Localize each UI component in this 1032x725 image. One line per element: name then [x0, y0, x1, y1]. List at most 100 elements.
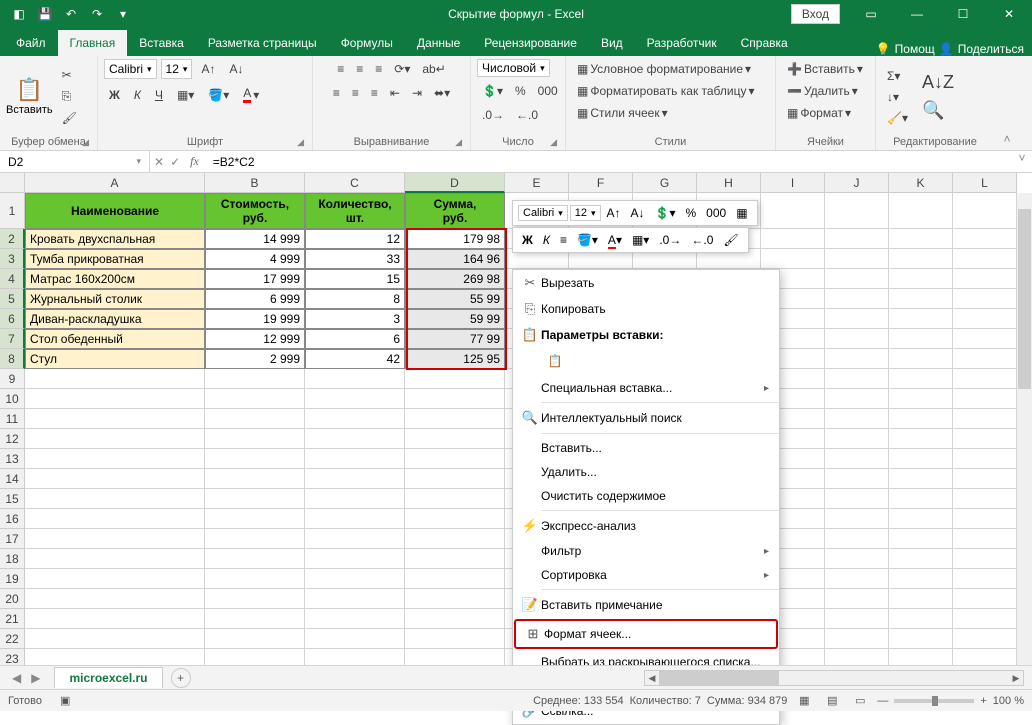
cell[interactable]	[889, 469, 953, 489]
cell[interactable]	[953, 369, 1017, 389]
cell[interactable]	[889, 549, 953, 569]
cell[interactable]	[205, 429, 305, 449]
cell[interactable]	[761, 249, 825, 269]
table-cell-price[interactable]: 6 999	[205, 289, 305, 309]
cell[interactable]	[305, 609, 405, 629]
cell[interactable]	[825, 629, 889, 649]
align-middle-icon[interactable]: ≡	[351, 59, 368, 79]
row-header-18[interactable]: 18	[0, 549, 25, 569]
cell[interactable]	[305, 549, 405, 569]
cell[interactable]	[825, 329, 889, 349]
col-header-H[interactable]: H	[697, 173, 761, 193]
cell[interactable]	[953, 289, 1017, 309]
cell[interactable]	[953, 629, 1017, 649]
mini-italic-icon[interactable]: К	[539, 231, 554, 249]
cell[interactable]	[825, 389, 889, 409]
mini-painter-icon[interactable]: 🖌	[719, 231, 742, 249]
cell[interactable]	[953, 269, 1017, 289]
cell[interactable]	[405, 509, 505, 529]
cell[interactable]	[953, 449, 1017, 469]
row-header-8[interactable]: 8	[0, 349, 25, 369]
dialog-launcher-icon[interactable]: ◢	[297, 137, 304, 148]
cell[interactable]	[405, 609, 505, 629]
table-cell-name[interactable]: Тумба прикроватная	[25, 249, 205, 269]
cell[interactable]	[205, 469, 305, 489]
sheet-tab[interactable]: microexcel.ru	[54, 667, 162, 688]
row-header-3[interactable]: 3	[0, 249, 25, 269]
scroll-right-icon[interactable]: ▶	[1009, 671, 1023, 685]
cell[interactable]	[305, 569, 405, 589]
cell[interactable]	[205, 569, 305, 589]
minimize-icon[interactable]: —	[894, 0, 940, 28]
cell[interactable]	[953, 529, 1017, 549]
cell[interactable]	[825, 193, 889, 229]
ctx-clear[interactable]: Очистить содержимое	[513, 484, 779, 508]
col-header-J[interactable]: J	[825, 173, 889, 193]
cell[interactable]	[889, 409, 953, 429]
enter-formula-icon[interactable]: ✓	[170, 155, 180, 169]
row-header-19[interactable]: 19	[0, 569, 25, 589]
row-header-9[interactable]: 9	[0, 369, 25, 389]
col-header-C[interactable]: C	[305, 173, 405, 193]
cell[interactable]	[953, 489, 1017, 509]
dialog-launcher-icon[interactable]: ◢	[455, 137, 462, 148]
table-header[interactable]: Количество,шт.	[305, 193, 405, 229]
cell[interactable]	[761, 229, 825, 249]
cell[interactable]	[825, 569, 889, 589]
qat-dropdown-icon[interactable]: ▾	[112, 3, 134, 25]
col-header-E[interactable]: E	[505, 173, 569, 193]
decrease-decimal-icon[interactable]: ←.0	[511, 105, 543, 125]
align-left-icon[interactable]: ≡	[328, 83, 345, 103]
cell[interactable]	[889, 609, 953, 629]
font-size-combo[interactable]: 12▾	[161, 59, 193, 79]
cell[interactable]	[305, 509, 405, 529]
name-box[interactable]: D2▾	[0, 151, 150, 172]
cell[interactable]	[953, 429, 1017, 449]
cell[interactable]	[305, 469, 405, 489]
cell[interactable]	[761, 193, 825, 229]
cell[interactable]	[25, 569, 205, 589]
cell[interactable]	[825, 349, 889, 369]
tab-file[interactable]: Файл	[4, 30, 58, 56]
cell[interactable]	[889, 229, 953, 249]
save-icon[interactable]: 💾	[34, 3, 56, 25]
table-cell-qty[interactable]: 6	[305, 329, 405, 349]
cell[interactable]	[25, 469, 205, 489]
ctx-insert[interactable]: Вставить...	[513, 436, 779, 460]
cell[interactable]	[889, 529, 953, 549]
cell[interactable]	[205, 629, 305, 649]
italic-button[interactable]: К	[129, 83, 146, 106]
mini-decrease-font-icon[interactable]: A↓	[627, 204, 649, 222]
col-header-G[interactable]: G	[633, 173, 697, 193]
select-all-button[interactable]	[0, 173, 25, 193]
currency-icon[interactable]: 💲▾	[477, 81, 508, 101]
macro-record-icon[interactable]: ▣	[60, 694, 70, 707]
cell[interactable]	[825, 409, 889, 429]
cell[interactable]	[953, 589, 1017, 609]
tab-data[interactable]: Данные	[405, 30, 472, 56]
table-cell-price[interactable]: 4 999	[205, 249, 305, 269]
cell[interactable]	[405, 369, 505, 389]
cell[interactable]	[305, 629, 405, 649]
table-cell-qty[interactable]: 8	[305, 289, 405, 309]
row-header-10[interactable]: 10	[0, 389, 25, 409]
cell[interactable]	[405, 489, 505, 509]
increase-font-icon[interactable]: A↑	[196, 59, 220, 79]
cell[interactable]	[305, 589, 405, 609]
cell[interactable]	[953, 229, 1017, 249]
cell[interactable]	[405, 589, 505, 609]
cell[interactable]	[889, 429, 953, 449]
align-bottom-icon[interactable]: ≡	[370, 59, 387, 79]
cell[interactable]	[953, 309, 1017, 329]
cell[interactable]	[825, 249, 889, 269]
mini-comma-icon[interactable]: 000	[702, 204, 730, 222]
cell[interactable]	[889, 349, 953, 369]
sheet-nav-next-icon[interactable]: ▶	[27, 671, 44, 685]
tab-insert[interactable]: Вставка	[127, 30, 196, 56]
view-page-icon[interactable]: ▤	[821, 692, 843, 710]
cell[interactable]	[305, 429, 405, 449]
cell-styles-button[interactable]: ▦ Стили ячеек ▾	[572, 103, 673, 123]
ribbon-options-icon[interactable]: ▭	[848, 0, 894, 28]
cell[interactable]	[405, 629, 505, 649]
cell[interactable]	[889, 269, 953, 289]
